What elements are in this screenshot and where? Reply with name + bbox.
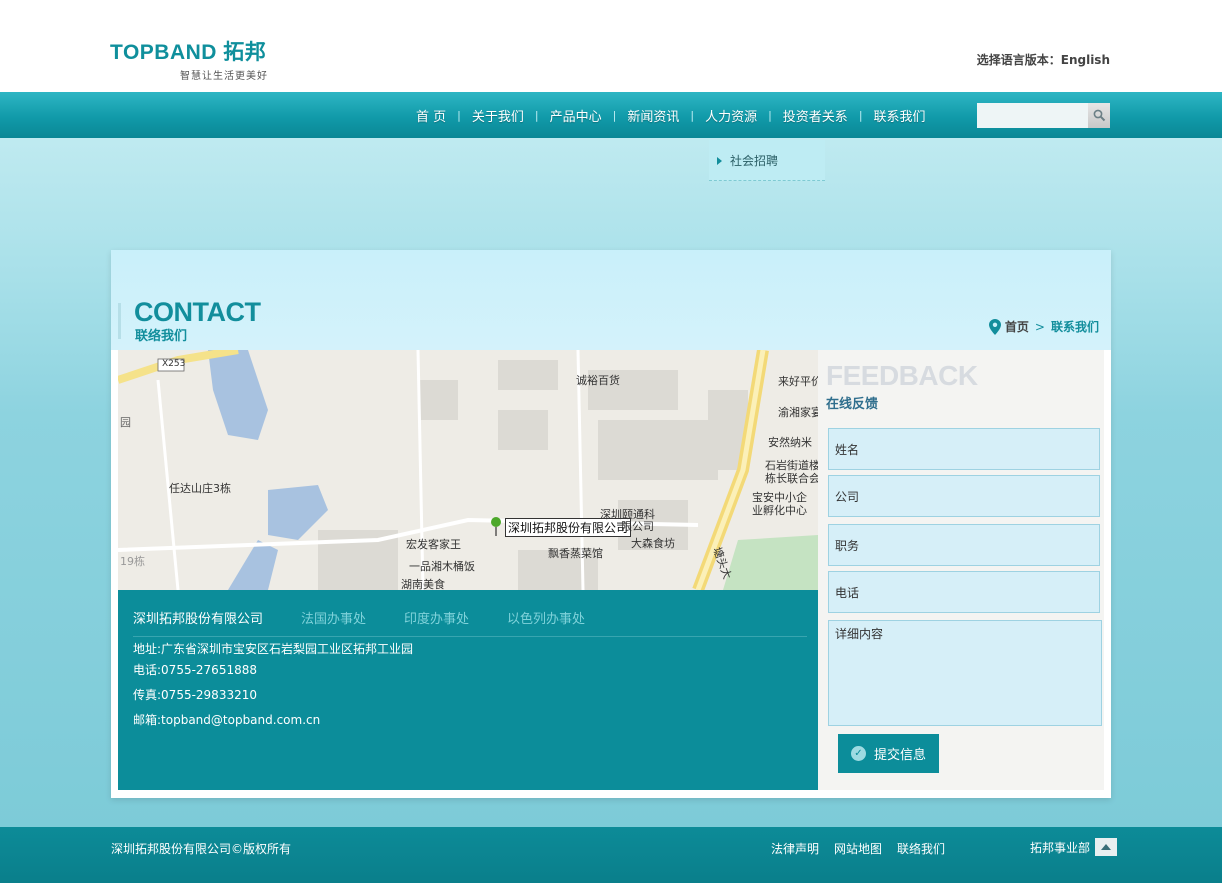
division-selector: 拓邦事业部 — [1026, 837, 1118, 857]
feedback-title-cn: 在线反馈 — [826, 397, 879, 412]
email-text: 邮箱:topband@topband.com.cn — [133, 713, 321, 727]
nav-separator: | — [768, 109, 772, 122]
fax-text: 传真:0755-29833210 — [133, 688, 257, 702]
logo[interactable]: TOPBAND 拓邦 智慧让生活更美好 — [110, 36, 268, 82]
copyright-text: 深圳拓邦股份有限公司©版权所有 — [111, 842, 292, 856]
position-field[interactable]: 职务 — [828, 524, 1100, 566]
map-poi: 渝湘家宴 — [778, 406, 818, 419]
chevron-up-icon — [1101, 844, 1112, 850]
map-poi: 安然纳米 — [768, 436, 812, 449]
phone-text: 电话:0755-27651888 — [133, 663, 257, 677]
location-map[interactable]: X253 深圳拓邦股份有限公司 诚裕百货 来好平价 渝湘家宴 安然纳米 石岩街道… — [118, 350, 818, 590]
nav-investors[interactable]: 投资者关系 — [775, 106, 856, 125]
language-selector: 选择语言版本：English — [977, 51, 1110, 68]
site-header: TOPBAND 拓邦 智慧让生活更美好 选择语言版本：English — [0, 0, 1222, 92]
map-road-label: X253 — [162, 359, 186, 369]
name-field[interactable]: 姓名 — [828, 428, 1100, 470]
nav-separator: | — [457, 109, 461, 122]
map-poi: 任达山庄3栋 — [169, 482, 231, 495]
breadcrumb-home[interactable]: 首页 — [1005, 318, 1029, 335]
footer-link-legal[interactable]: 法律声明 — [771, 840, 819, 857]
search-input[interactable] — [977, 103, 1088, 128]
office-tabs: 深圳拓邦股份有限公司 法国办事处 印度办事处 以色列办事处 — [133, 608, 623, 627]
company-field[interactable]: 公司 — [828, 475, 1100, 517]
tab-shenzhen[interactable]: 深圳拓邦股份有限公司 — [133, 608, 263, 627]
map-poi: 湖南美食 — [401, 578, 445, 590]
logo-slogan: 智慧让生活更美好 — [180, 71, 268, 82]
map-poi: 大森食坊 — [631, 537, 675, 550]
submit-label: 提交信息 — [873, 748, 926, 763]
english-link[interactable]: English — [1061, 53, 1110, 67]
submenu-label: 社会招聘 — [730, 154, 779, 168]
phone-field[interactable]: 电话 — [828, 571, 1100, 613]
breadcrumb-current[interactable]: 联系我们 — [1051, 318, 1099, 335]
content-card: CONTACT 联络我们 首页 > 联系我们 X253 深圳拓邦股份有限公司 诚… — [111, 250, 1111, 798]
nav-products[interactable]: 产品中心 — [542, 106, 610, 125]
search-button[interactable] — [1088, 103, 1110, 128]
map-poi: 限公司 — [621, 520, 654, 533]
breadcrumb-separator: > — [1034, 319, 1045, 334]
map-poi: 栋长联合会 — [765, 472, 818, 485]
check-icon: ✓ — [850, 746, 866, 761]
address-text: 地址:广东省深圳市宝安区石岩梨园工业区拓邦工业园 — [133, 642, 414, 656]
main-nav-bar: 首 页 | 关于我们 | 产品中心 | 新闻资讯 | 人力资源 | 投资者关系 … — [0, 92, 1222, 138]
feedback-form: FEEDBACK 在线反馈 姓名 公司 职务 电话 详细内容 ✓ 提交信息 — [818, 350, 1104, 790]
map-poi: 园 — [120, 416, 131, 429]
nav-hr[interactable]: 人力资源 — [697, 106, 765, 125]
tab-france[interactable]: 法国办事处 — [301, 608, 366, 627]
map-poi: 诚裕百货 — [576, 374, 620, 387]
nav-contact[interactable]: 联系我们 — [866, 106, 934, 125]
map-poi: 飘香蒸菜馆 — [548, 547, 603, 560]
nav-news[interactable]: 新闻资讯 — [619, 106, 687, 125]
search-box — [977, 103, 1110, 128]
page-title-en: CONTACT — [134, 297, 261, 327]
map-poi: 业孵化中心 — [752, 504, 807, 517]
tab-israel[interactable]: 以色列办事处 — [507, 608, 585, 627]
nav-separator: | — [858, 109, 863, 122]
hr-submenu: 社会招聘 — [709, 140, 825, 181]
map-poi: 宏发客家王 — [406, 538, 461, 551]
map-poi: 19栋 — [120, 555, 145, 568]
footer-links: 法律声明 网站地图 联络我们 — [771, 840, 960, 857]
language-label: 选择语言版本： — [976, 53, 1061, 67]
page-title-cn: 联络我们 — [135, 329, 188, 344]
location-pin-icon — [988, 318, 1001, 335]
search-icon — [1093, 109, 1105, 122]
feedback-title-en: FEEDBACK — [826, 360, 978, 391]
footer-link-sitemap[interactable]: 网站地图 — [834, 840, 882, 857]
details-textarea[interactable]: 详细内容 — [828, 620, 1102, 726]
breadcrumb: 首页 > 联系我们 — [988, 318, 1099, 335]
nav-home[interactable]: 首 页 — [408, 106, 454, 125]
title-accent-bar — [118, 303, 121, 339]
map-poi: 一品湘木桶饭 — [409, 560, 475, 573]
map-poi: 来好平价 — [778, 375, 818, 388]
division-toggle-button[interactable] — [1095, 838, 1118, 856]
logo-text: TOPBAND 拓邦 — [110, 41, 267, 64]
submenu-social-recruit[interactable]: 社会招聘 — [717, 152, 778, 169]
main-nav: 首 页 | 关于我们 | 产品中心 | 新闻资讯 | 人力资源 | 投资者关系 … — [408, 106, 934, 125]
triangle-right-icon — [717, 156, 722, 165]
office-info-panel: 深圳拓邦股份有限公司 法国办事处 印度办事处 以色列办事处 地址:广东省深圳市宝… — [118, 590, 818, 790]
division-label[interactable]: 拓邦事业部 — [1026, 839, 1094, 856]
divider — [133, 636, 807, 637]
page-heading: CONTACT 联络我们 首页 > 联系我们 — [111, 250, 1111, 350]
nav-separator: | — [534, 109, 539, 122]
site-footer: 深圳拓邦股份有限公司©版权所有 法律声明 网站地图 联络我们 拓邦事业部 — [0, 827, 1222, 883]
nav-separator: | — [612, 109, 617, 122]
nav-about[interactable]: 关于我们 — [464, 106, 532, 125]
submit-button[interactable]: ✓ 提交信息 — [838, 734, 939, 773]
nav-separator: | — [690, 109, 695, 122]
tab-india[interactable]: 印度办事处 — [404, 608, 469, 627]
footer-link-contact[interactable]: 联络我们 — [897, 840, 945, 857]
